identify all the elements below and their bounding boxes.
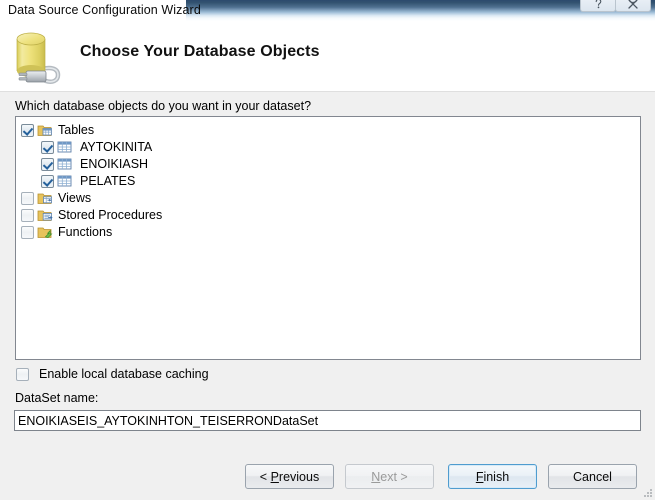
tree-item-stored-procedures[interactable]: Stored Procedures (21, 207, 640, 223)
tree-checkbox-aytokinita[interactable] (41, 140, 54, 154)
tree-checkbox-enoikiash[interactable] (41, 157, 54, 171)
table-grid-icon (57, 140, 72, 154)
window-title: Data Source Configuration Wizard (8, 3, 201, 17)
wizard-window: Data Source Configuration Wizard Choose … (0, 0, 655, 500)
tree-item-tables[interactable]: Tables (21, 122, 640, 138)
tree-item-label: Functions (58, 225, 113, 239)
tables-folder-icon (37, 123, 53, 138)
next-button[interactable]: Next > (345, 464, 434, 489)
enable-caching-row[interactable]: Enable local database caching (16, 367, 209, 381)
cancel-button-label: Cancel (573, 469, 612, 484)
wizard-header: Choose Your Database Objects (0, 21, 655, 92)
views-folder-icon (37, 191, 53, 206)
tree-item-functions[interactable]: Functions (21, 224, 640, 240)
question-mark-icon (593, 0, 604, 10)
database-objects-tree-panel[interactable]: Tables AYTOKINITA ENOIKIASH PELATES View… (15, 116, 641, 360)
page-title: Choose Your Database Objects (80, 43, 320, 60)
enable-caching-checkbox[interactable] (16, 367, 29, 381)
close-x-icon (627, 0, 639, 10)
finish-button[interactable]: Finish (448, 464, 537, 489)
tree-item-label: Tables (58, 123, 95, 137)
functions-folder-icon (37, 225, 53, 240)
tree-item-label: PELATES (80, 174, 136, 188)
window-controls (580, 0, 651, 12)
wizard-body: Which database objects do you want in yo… (0, 92, 655, 455)
tree-item-views[interactable]: Views (21, 190, 640, 206)
title-bar: Data Source Configuration Wizard (0, 0, 655, 21)
finish-button-label: Finish (475, 469, 510, 484)
tree-checkbox-functions[interactable] (21, 225, 34, 239)
tree-checkbox-tables[interactable] (21, 123, 34, 137)
dataset-name-input[interactable] (14, 410, 641, 431)
wizard-footer: < Previous Next > Finish Cancel (0, 455, 655, 500)
next-button-label: Next > (371, 469, 408, 484)
previous-button[interactable]: < Previous (245, 464, 334, 489)
prompt-text: Which database objects do you want in yo… (15, 99, 312, 113)
tree-checkbox-pelates[interactable] (41, 174, 54, 188)
tree-checkbox-stored-procedures[interactable] (21, 208, 34, 222)
database-objects-tree: Tables AYTOKINITA ENOIKIASH PELATES View… (16, 117, 640, 240)
database-cylinder-plug-icon (8, 27, 72, 89)
cancel-button[interactable]: Cancel (548, 464, 637, 489)
resize-grip[interactable] (641, 486, 653, 498)
help-button[interactable] (580, 0, 616, 12)
previous-button-label: < Previous (259, 469, 320, 484)
tree-item-aytokinita[interactable]: AYTOKINITA (21, 139, 640, 155)
close-button[interactable] (615, 0, 651, 12)
tree-item-label: Stored Procedures (58, 208, 163, 222)
tree-item-label: ENOIKIASH (80, 157, 149, 171)
table-grid-icon (57, 157, 72, 171)
stored-procedures-folder-icon (37, 208, 53, 223)
tree-item-pelates[interactable]: PELATES (21, 173, 640, 189)
tree-checkbox-views[interactable] (21, 191, 34, 205)
tree-item-label: Views (58, 191, 92, 205)
dataset-name-label: DataSet name: (15, 391, 99, 405)
table-grid-icon (57, 174, 72, 188)
tree-item-enoikiash[interactable]: ENOIKIASH (21, 156, 640, 172)
tree-item-label: AYTOKINITA (80, 140, 153, 154)
enable-caching-label: Enable local database caching (39, 367, 209, 381)
